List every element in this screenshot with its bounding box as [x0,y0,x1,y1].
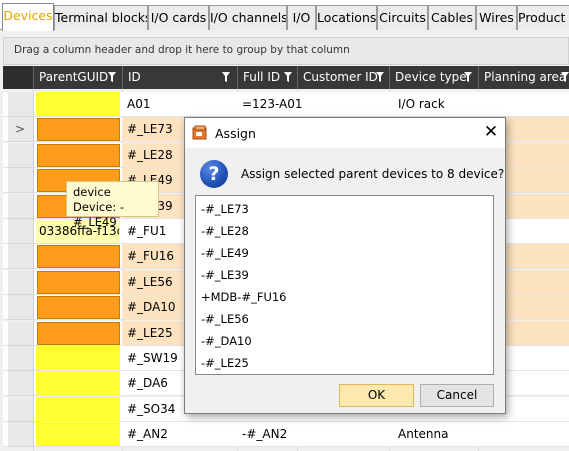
row-selector[interactable] [8,219,34,244]
cell-parentguid[interactable] [37,296,120,319]
tab-devices[interactable]: Devices [2,3,54,31]
list-item[interactable]: -#_LE56 [201,312,249,326]
cell-parentguid[interactable] [37,118,120,141]
cell-parentguid[interactable] [36,422,120,446]
cell-device-type: Antenna [398,427,449,441]
tooltip: device Device: -#_LE49 [66,181,159,229]
cell-id: #_LE73 [127,122,173,136]
device-list[interactable] [195,195,494,375]
tab-circuits[interactable]: Circuits [377,5,428,30]
row-selector-header [3,66,33,89]
column-header-planning-area[interactable]: Planning area [478,66,569,89]
row-selector[interactable] [8,92,34,117]
row-selector[interactable] [8,321,34,346]
tab-product-catalog[interactable]: Product c [517,5,569,30]
cell-parentguid[interactable] [36,346,120,370]
cell-id: #_LE28 [127,148,173,162]
tooltip-line-2: Device: -#_LE49 [73,200,125,229]
cell-id: #_DA6 [127,376,168,390]
cell-id: #_AN2 [127,427,168,441]
filter-icon[interactable] [464,72,472,82]
filter-icon[interactable] [108,72,116,82]
row-selector[interactable] [8,295,34,320]
current-row-indicator[interactable]: > [8,117,34,142]
group-panel-hint: Drag a column header and drop it here to… [14,44,350,56]
list-item[interactable]: -#_LE28 [201,224,249,238]
question-icon: ? [200,160,228,188]
row-selector[interactable] [8,422,34,447]
cell-id: #_SO34 [127,402,176,416]
cell-parentguid[interactable] [37,271,120,294]
list-item[interactable]: +MDB-#_FU16 [201,290,287,304]
tab-locations[interactable]: Locations [316,5,377,30]
list-item[interactable]: -#_LE39 [201,268,249,282]
tab-terminal-blocks[interactable]: Terminal blocks [54,5,148,30]
row-selector[interactable] [8,244,34,269]
list-item[interactable]: -#_DA10 [201,334,252,348]
app-icon [192,125,207,140]
cell-full-id: -#_AN2 [242,427,288,441]
cell-id: #_DA10 [127,300,176,314]
ok-button[interactable]: OK [339,384,414,407]
cell-parentguid[interactable] [36,397,120,421]
list-item[interactable]: -#_LE49 [201,246,249,260]
tooltip-line-1: device [73,185,111,199]
dialog-title: Assign [215,126,256,141]
list-item[interactable]: -#_LE73 [201,202,249,216]
cell-parentguid[interactable] [36,92,120,116]
tab-io-cards[interactable]: I/O cards [148,5,209,30]
column-header-id[interactable]: ID [122,66,237,89]
cell-parentguid[interactable] [36,371,120,395]
cell-id: #_SW19 [127,351,178,365]
row-selector[interactable] [8,397,34,422]
cell-parentguid[interactable] [37,144,120,167]
dialog-message: Assign selected parent devices to 8 devi… [241,167,505,181]
cell-device-type: I/O rack [398,97,445,111]
cell-id: #_LE56 [127,275,173,289]
cell-id: A01 [127,97,151,111]
row-selector[interactable] [8,270,34,295]
filter-icon[interactable] [222,72,230,82]
row-selector[interactable] [8,371,34,396]
cell-full-id: =123-A01 [242,97,303,111]
tab-io[interactable]: I/O [287,5,316,30]
filter-icon[interactable] [376,72,384,82]
filter-icon[interactable] [284,72,292,82]
close-icon[interactable]: ✕ [480,121,502,143]
tab-wires[interactable]: Wires [476,5,517,30]
row-selector[interactable] [8,194,34,219]
cell-id: #_LE25 [127,326,173,340]
cell-id: #_FU16 [127,249,175,263]
cell-parentguid[interactable] [37,245,120,268]
filter-icon[interactable] [561,72,569,82]
list-item[interactable]: -#_LE25 [201,356,249,370]
row-selector[interactable] [8,168,34,193]
cell-parentguid[interactable] [37,322,120,345]
cancel-button[interactable]: Cancel [420,384,494,407]
row-selector[interactable] [8,143,34,168]
tab-io-channels[interactable]: I/O channels [209,5,287,30]
row-selector[interactable] [8,346,34,371]
tab-cables[interactable]: Cables [428,5,476,30]
